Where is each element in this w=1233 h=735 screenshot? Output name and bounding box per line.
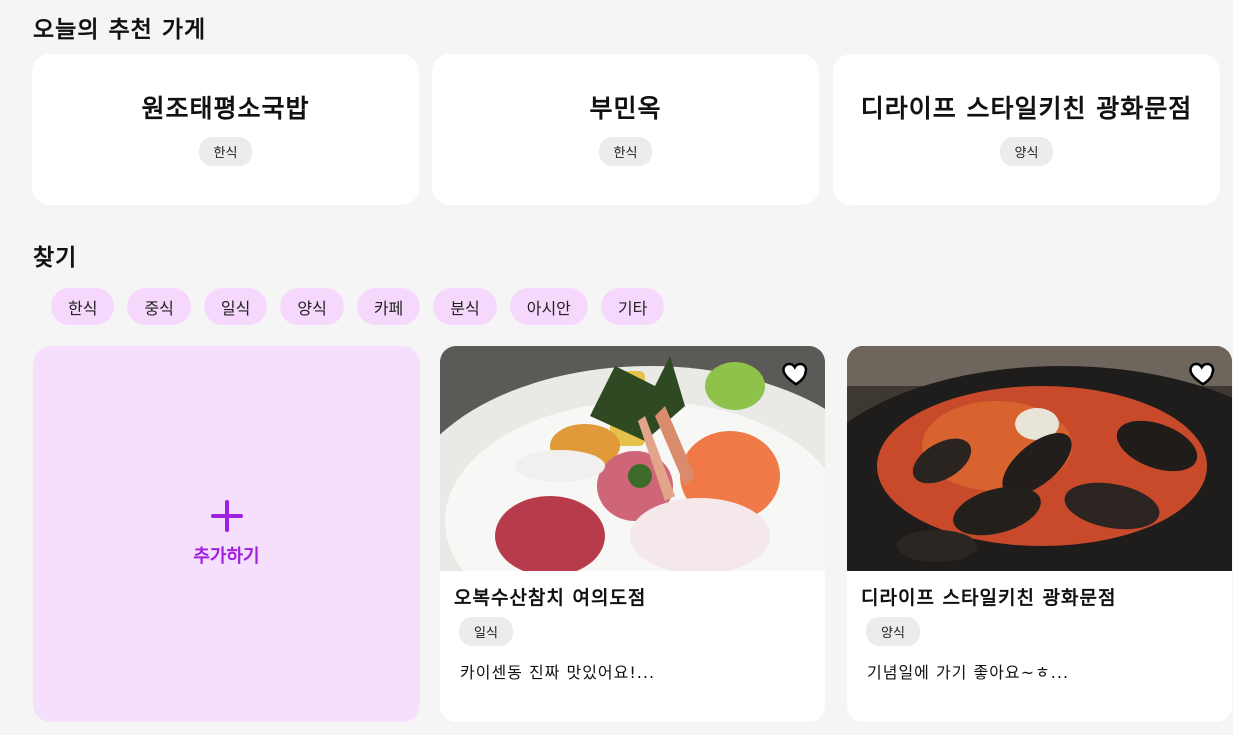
store-card[interactable]: 오복수산참치 여의도점 일식 카이센동 진짜 맛있어요!... xyxy=(440,346,825,722)
heart-outline-icon[interactable] xyxy=(1188,358,1218,388)
category-chip-korean[interactable]: 한식 xyxy=(51,288,115,325)
category-filter-row: 한식 중식 일식 양식 카페 분식 아시안 기타 xyxy=(51,288,665,325)
category-chip-other[interactable]: 기타 xyxy=(600,288,665,325)
store-photo xyxy=(847,346,1232,571)
category-tag: 한식 xyxy=(598,137,653,166)
category-chip-cafe[interactable]: 카페 xyxy=(356,288,421,325)
today-section-title: 오늘의 추천 가게 xyxy=(33,17,207,43)
heart-outline-icon[interactable] xyxy=(781,358,811,388)
category-chip-chinese[interactable]: 중식 xyxy=(127,288,191,325)
category-chip-snack[interactable]: 분식 xyxy=(433,288,497,325)
store-name: 디라이프 스타일키친 광화문점 xyxy=(861,587,1117,609)
recommended-card[interactable]: 디라이프 스타일키친 광화문점 양식 xyxy=(833,54,1220,205)
store-review: 카이센동 진짜 맛있어요!... xyxy=(460,663,656,682)
recommended-card[interactable]: 부민옥 한식 xyxy=(432,54,819,205)
category-tag: 일식 xyxy=(459,617,513,646)
category-tag: 양식 xyxy=(866,617,920,646)
category-tag: 양식 xyxy=(999,137,1054,166)
store-review: 기념일에 가기 좋아요~ㅎ... xyxy=(867,663,1070,682)
category-chip-asian[interactable]: 아시안 xyxy=(509,288,588,325)
add-store-button[interactable]: 추가하기 xyxy=(33,346,420,722)
recommended-store-name: 부민옥 xyxy=(589,94,662,123)
store-photo xyxy=(440,346,825,571)
recommended-card[interactable]: 원조태평소국밥 한식 xyxy=(32,54,419,205)
plus-icon xyxy=(210,500,243,532)
recommended-store-name: 디라이프 스타일키친 광화문점 xyxy=(860,94,1193,123)
category-chip-japanese[interactable]: 일식 xyxy=(203,288,268,325)
recommended-store-name: 원조태평소국밥 xyxy=(141,94,310,123)
add-store-label: 추가하기 xyxy=(193,546,260,567)
store-card[interactable]: 디라이프 스타일키친 광화문점 양식 기념일에 가기 좋아요~ㅎ... xyxy=(847,346,1232,722)
category-tag: 한식 xyxy=(198,137,253,166)
find-section-title: 찾기 xyxy=(33,245,78,271)
store-name: 오복수산참치 여의도점 xyxy=(454,587,647,609)
category-chip-western[interactable]: 양식 xyxy=(280,288,344,325)
